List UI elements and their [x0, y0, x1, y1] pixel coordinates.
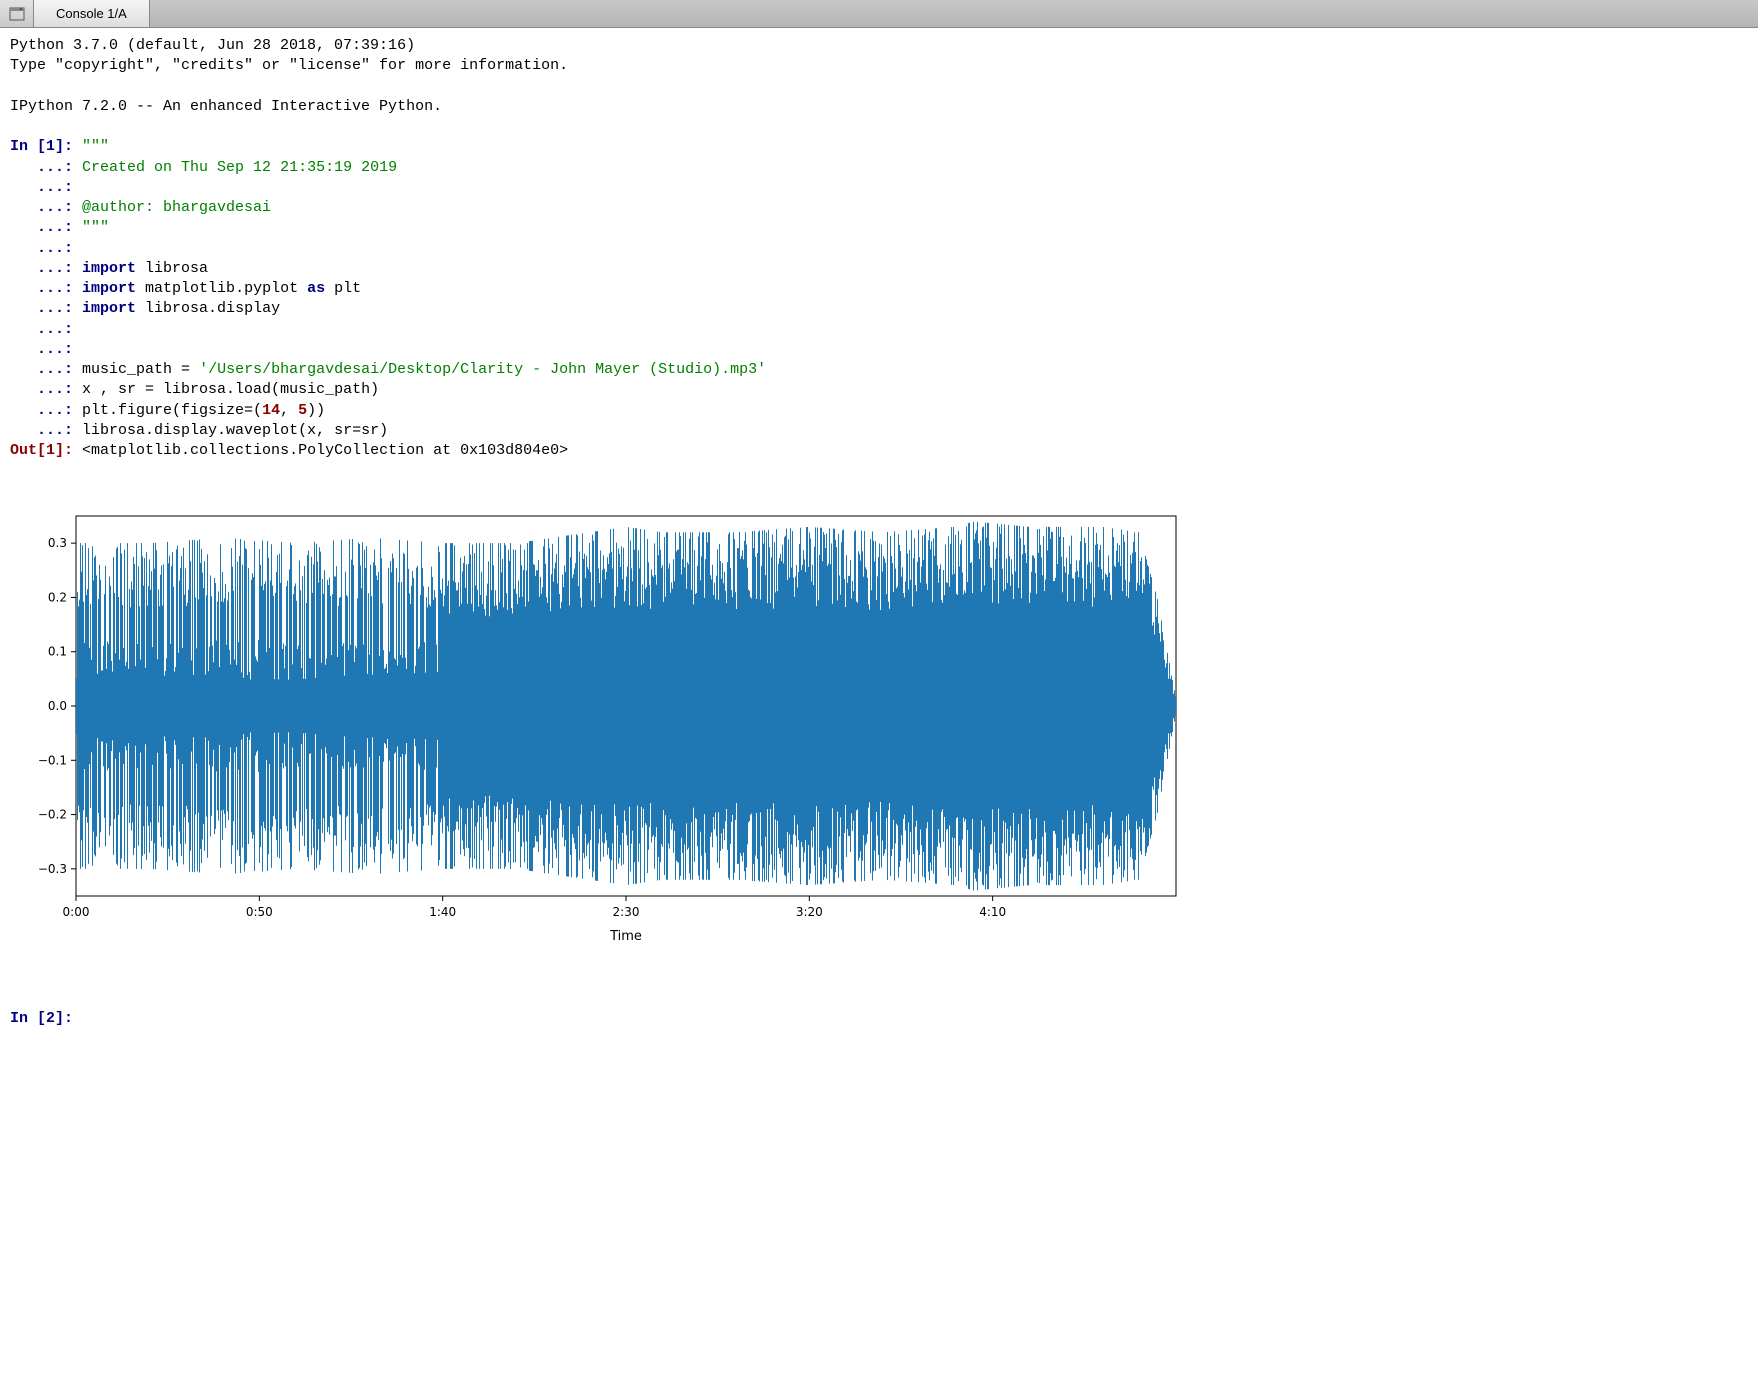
svg-text:0.3: 0.3 — [48, 536, 67, 550]
tab-bar: Console 1/A — [0, 0, 1758, 28]
code-line: music_path = — [82, 361, 199, 378]
svg-text:−0.1: −0.1 — [38, 753, 67, 767]
continuation-prompt: ...: — [10, 381, 73, 398]
continuation-prompt: ...: — [10, 422, 73, 439]
svg-text:0.2: 0.2 — [48, 590, 67, 604]
new-tab-icon — [9, 7, 25, 21]
code-docstring: """ — [82, 219, 109, 236]
svg-text:−0.2: −0.2 — [38, 807, 67, 821]
continuation-prompt: ...: — [10, 219, 73, 236]
continuation-prompt: ...: — [10, 300, 73, 317]
code-line: matplotlib.pyplot — [136, 280, 307, 297]
in-prompt: In [1]: — [10, 138, 73, 155]
tab-console-1a[interactable]: Console 1/A — [34, 0, 150, 27]
code-kw: import — [82, 280, 136, 297]
continuation-prompt: ...: — [10, 361, 73, 378]
code-docstring: @author: bhargavdesai — [82, 199, 271, 216]
code-line: plt.figure(figsize=( — [82, 402, 262, 419]
continuation-prompt: ...: — [10, 199, 73, 216]
svg-text:1:40: 1:40 — [429, 905, 456, 919]
continuation-prompt: ...: — [10, 159, 73, 176]
code-line: librosa.display — [136, 300, 280, 317]
in-prompt[interactable]: In [2]: — [10, 1010, 73, 1027]
code-line: x , sr = librosa.load(music_path) — [82, 381, 379, 398]
svg-text:3:20: 3:20 — [796, 905, 823, 919]
continuation-prompt: ...: — [10, 341, 73, 358]
code-number: 14 — [262, 402, 280, 419]
svg-text:0:50: 0:50 — [246, 905, 273, 919]
svg-text:0.1: 0.1 — [48, 644, 67, 658]
continuation-prompt: ...: — [10, 260, 73, 277]
continuation-prompt: ...: — [10, 280, 73, 297]
code-kw: import — [82, 300, 136, 317]
continuation-prompt: ...: — [10, 402, 73, 419]
banner-line: Python 3.7.0 (default, Jun 28 2018, 07:3… — [10, 37, 415, 54]
code-kw: import — [82, 260, 136, 277]
banner-line: IPython 7.2.0 -- An enhanced Interactive… — [10, 98, 442, 115]
svg-text:0:00: 0:00 — [63, 905, 90, 919]
waveplot-figure: −0.3 −0.2 −0.1 0.0 0.1 0.2 0.3 0:00 0:50 1:40 2:30… — [18, 467, 1748, 968]
banner-line: Type "copyright", "credits" or "license"… — [10, 57, 568, 74]
output-text: <matplotlib.collections.PolyCollection a… — [82, 442, 568, 459]
continuation-prompt: ...: — [10, 321, 73, 338]
code-line: plt — [325, 280, 361, 297]
code-line: , — [280, 402, 298, 419]
svg-text:2:30: 2:30 — [613, 905, 640, 919]
code-line: )) — [307, 402, 325, 419]
console-output[interactable]: Python 3.7.0 (default, Jun 28 2018, 07:3… — [0, 28, 1758, 1049]
svg-text:0.0: 0.0 — [48, 699, 67, 713]
svg-text:Time: Time — [609, 929, 642, 944]
continuation-prompt: ...: — [10, 240, 73, 257]
code-line: librosa — [136, 260, 208, 277]
code-line: librosa.display.waveplot(x, sr=sr) — [82, 422, 388, 439]
code-kw: as — [307, 280, 325, 297]
code-string: '/Users/bhargavdesai/Desktop/Clarity - J… — [199, 361, 766, 378]
code-number: 5 — [298, 402, 307, 419]
code-docstring: Created on Thu Sep 12 21:35:19 2019 — [82, 159, 397, 176]
new-tab-button[interactable] — [0, 0, 34, 27]
out-prompt: Out[1]: — [10, 442, 73, 459]
svg-text:−0.3: −0.3 — [38, 862, 67, 876]
continuation-prompt: ...: — [10, 179, 73, 196]
code-docstring: """ — [82, 138, 109, 155]
tab-label: Console 1/A — [56, 6, 127, 21]
svg-text:4:10: 4:10 — [979, 905, 1006, 919]
waveplot-svg: −0.3 −0.2 −0.1 0.0 0.1 0.2 0.3 0:00 0:50 1:40 2:30… — [18, 508, 1188, 948]
